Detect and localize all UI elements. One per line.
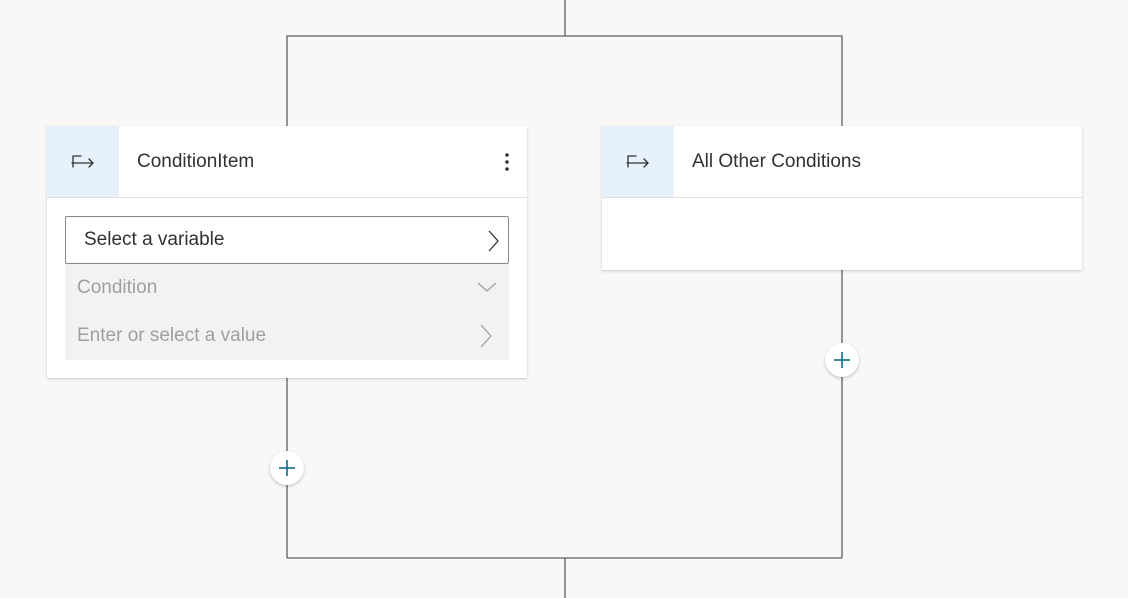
chevron-right-icon bbox=[480, 324, 492, 348]
condition-placeholder: Condition bbox=[77, 277, 158, 298]
all-other-conditions-header: All Other Conditions bbox=[602, 126, 1082, 198]
value-placeholder: Enter or select a value bbox=[77, 325, 267, 346]
more-options-icon bbox=[505, 153, 509, 171]
select-variable-field[interactable]: Select a variable bbox=[65, 216, 509, 264]
all-other-conditions-card[interactable]: All Other Conditions bbox=[602, 126, 1082, 270]
condition-operator-field[interactable]: Condition bbox=[65, 264, 509, 312]
add-node-icon bbox=[834, 352, 850, 368]
condition-item-header: ConditionItem bbox=[47, 126, 527, 198]
add-node-icon bbox=[279, 460, 295, 476]
condition-value-field[interactable]: Enter or select a value bbox=[65, 312, 509, 360]
chevron-right-icon bbox=[488, 230, 499, 252]
branch-icon bbox=[47, 126, 119, 197]
add-node-button-left[interactable] bbox=[270, 451, 304, 485]
condition-item-title: ConditionItem bbox=[137, 150, 255, 172]
chevron-down-icon bbox=[477, 282, 497, 292]
more-options-button[interactable] bbox=[497, 148, 517, 176]
condition-item-card[interactable]: ConditionItem Select a variable Conditio… bbox=[47, 126, 527, 378]
select-variable-placeholder: Select a variable bbox=[84, 229, 225, 250]
add-node-button-right[interactable] bbox=[825, 343, 859, 377]
branch-icon bbox=[602, 126, 674, 197]
all-other-conditions-title: All Other Conditions bbox=[692, 150, 861, 172]
